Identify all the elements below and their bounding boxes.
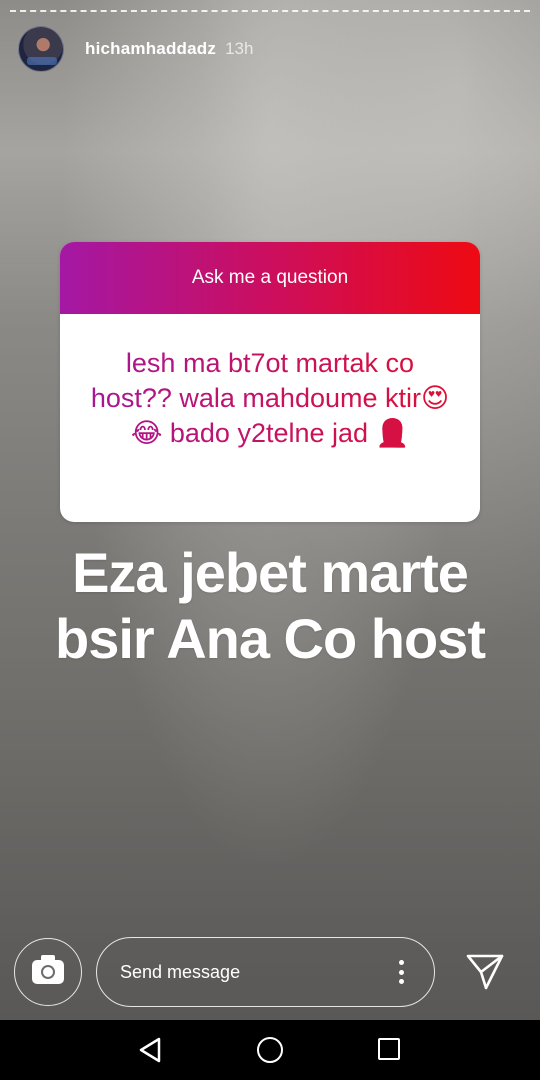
story-screen: hichamhaddadz 13h Ask me a question lesh… [0, 0, 540, 1080]
question-sticker-title: Ask me a question [191, 267, 349, 288]
story-progress-bar [10, 10, 530, 12]
recents-square-icon[interactable] [378, 1038, 400, 1060]
camera-icon [32, 955, 64, 984]
home-circle-icon[interactable] [257, 1037, 283, 1063]
send-button[interactable] [462, 950, 508, 994]
story-header: hichamhaddadz 13h [18, 26, 253, 72]
story-text-line-2: bsir Ana Co host [55, 607, 486, 670]
send-message-input[interactable]: Send message [96, 937, 435, 1007]
send-message-placeholder: Send message [120, 961, 241, 982]
send-icon [466, 954, 504, 990]
timestamp: 13h [225, 39, 254, 58]
more-vertical-icon[interactable] [399, 960, 404, 984]
question-sticker-header: Ask me a question [60, 242, 480, 314]
story-text-line-1: Eza jebet marte [72, 541, 469, 604]
question-sticker-answer: lesh ma bt7ot martak co host?? wala mahd… [60, 314, 480, 451]
username[interactable]: hichamhaddadz [85, 39, 216, 59]
system-navigation-bar [0, 1020, 540, 1080]
story-text-overlay: Eza jebet marte bsir Ana Co host [0, 540, 540, 672]
profile-avatar[interactable] [18, 26, 64, 72]
camera-button[interactable] [14, 938, 82, 1006]
question-sticker[interactable]: Ask me a question lesh ma bt7ot martak c… [60, 242, 480, 522]
back-triangle-icon[interactable] [138, 1037, 162, 1063]
